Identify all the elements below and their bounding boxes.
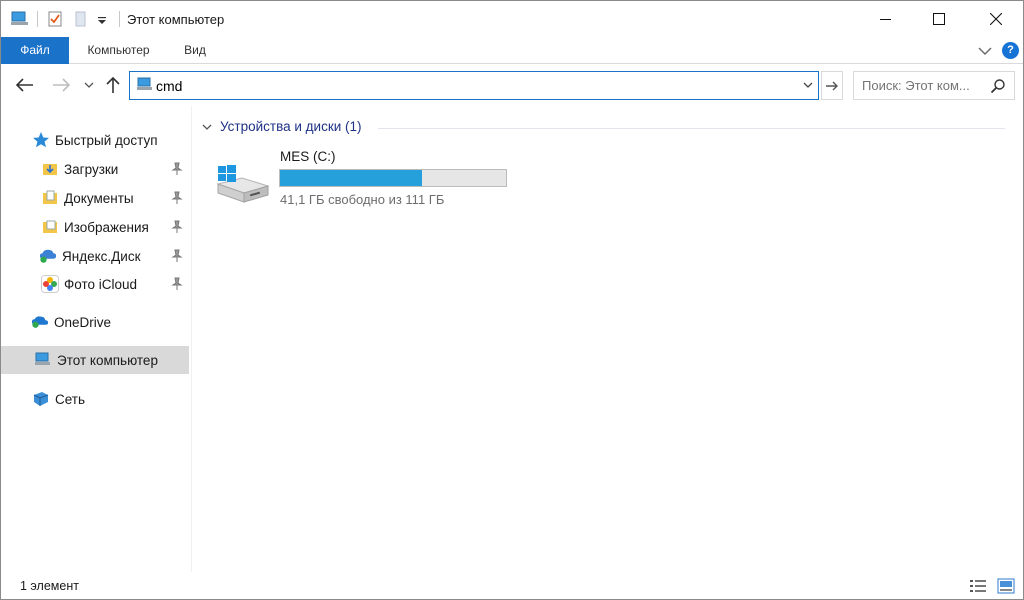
sidebar-item-label: Фото iCloud bbox=[64, 276, 138, 292]
title-separator bbox=[37, 11, 38, 27]
navigation-bar bbox=[1, 64, 1023, 106]
devices-group-header[interactable]: Устройства и диски (1) bbox=[202, 119, 362, 134]
help-button[interactable]: ? bbox=[1002, 42, 1019, 59]
details-view-icon[interactable] bbox=[968, 577, 988, 595]
pin-icon[interactable] bbox=[171, 220, 183, 234]
close-button[interactable] bbox=[973, 1, 1019, 37]
status-bar: 1 элемент bbox=[1, 572, 1023, 599]
sidebar-item-quick-access[interactable]: Быстрый доступ bbox=[1, 126, 189, 154]
ribbon-tabs: Файл Компьютер Вид ? bbox=[1, 37, 1023, 64]
icloud-photos-icon bbox=[41, 275, 59, 293]
computer-icon bbox=[136, 77, 154, 96]
sidebar-item-label: Яндекс.Диск bbox=[62, 248, 141, 264]
address-dropdown-chevron-icon[interactable] bbox=[800, 77, 816, 93]
tab-view[interactable]: Вид bbox=[171, 37, 219, 64]
drive-usage-fill bbox=[280, 170, 423, 186]
forward-button[interactable] bbox=[50, 74, 72, 96]
title-bar: Этот компьютер bbox=[1, 1, 1023, 37]
downloads-folder-icon bbox=[41, 160, 59, 178]
sidebar-item-icloud-photos[interactable]: Фото iCloud bbox=[1, 270, 189, 298]
sidebar-item-label: Загрузки bbox=[64, 161, 119, 177]
yandex-disk-icon bbox=[39, 247, 57, 265]
sidebar-item-onedrive[interactable]: OneDrive bbox=[1, 308, 189, 336]
title-separator bbox=[119, 11, 120, 27]
network-icon bbox=[32, 390, 50, 408]
pictures-folder-icon bbox=[41, 218, 59, 236]
sidebar-item-label: Этот компьютер bbox=[57, 352, 158, 368]
sidebar-item-documents[interactable]: Документы bbox=[1, 184, 189, 212]
up-button[interactable] bbox=[102, 74, 124, 96]
onedrive-icon bbox=[31, 313, 49, 331]
content-area: Устройства и диски (1) MES (C:) 41,1 ГБ … bbox=[192, 106, 1023, 572]
pin-icon[interactable] bbox=[171, 249, 183, 263]
pin-icon[interactable] bbox=[171, 277, 183, 291]
sidebar-item-label: Изображения bbox=[64, 219, 149, 235]
properties-icon[interactable] bbox=[46, 9, 64, 29]
group-divider bbox=[378, 128, 1005, 129]
tab-computer[interactable]: Компьютер bbox=[76, 37, 161, 64]
sidebar-item-pictures[interactable]: Изображения bbox=[1, 213, 189, 241]
sidebar-item-downloads[interactable]: Загрузки bbox=[1, 155, 189, 183]
minimize-button[interactable] bbox=[863, 1, 909, 37]
recent-locations-chevron-icon[interactable] bbox=[78, 74, 100, 96]
search-input[interactable] bbox=[862, 78, 990, 93]
app-computer-icon[interactable] bbox=[10, 9, 30, 29]
documents-folder-icon bbox=[41, 189, 59, 207]
star-icon bbox=[32, 131, 50, 149]
sidebar-item-this-pc[interactable]: Этот компьютер bbox=[1, 346, 189, 374]
sidebar-item-label: OneDrive bbox=[54, 314, 112, 330]
sidebar-item-label: Сеть bbox=[55, 391, 86, 407]
drive-free-space: 41,1 ГБ свободно из 111 ГБ bbox=[280, 192, 445, 207]
drive-name: MES (C:) bbox=[280, 149, 336, 164]
search-icon[interactable] bbox=[990, 78, 1006, 94]
item-count: 1 элемент bbox=[20, 579, 79, 593]
large-icons-view-icon[interactable] bbox=[996, 577, 1016, 595]
drive-usage-bar bbox=[279, 169, 507, 187]
go-button[interactable] bbox=[821, 71, 843, 100]
drive-item[interactable]: MES (C:) 41,1 ГБ свободно из 111 ГБ bbox=[214, 146, 514, 210]
expand-ribbon-chevron-icon[interactable] bbox=[976, 42, 994, 60]
new-folder-icon[interactable] bbox=[72, 9, 90, 29]
back-button[interactable] bbox=[14, 74, 36, 96]
explorer-window: Этот компьютер Файл Компьютер Вид ? cmd … bbox=[0, 0, 1024, 600]
address-bar[interactable] bbox=[129, 71, 819, 100]
sidebar-item-label: Документы bbox=[64, 190, 134, 206]
pin-icon[interactable] bbox=[171, 191, 183, 205]
navigation-pane: Быстрый доступ Загрузки Документы Изобра… bbox=[1, 106, 191, 572]
sidebar-item-yandex-disk[interactable]: Яндекс.Диск bbox=[1, 242, 189, 270]
chevron-down-icon bbox=[202, 123, 212, 131]
pin-icon[interactable] bbox=[171, 162, 183, 176]
window-title: Этот компьютер bbox=[127, 12, 225, 27]
customize-toolbar-icon[interactable] bbox=[95, 9, 109, 29]
hard-drive-icon bbox=[214, 160, 270, 206]
search-box[interactable] bbox=[853, 71, 1015, 100]
sidebar-item-label: Быстрый доступ bbox=[55, 132, 158, 148]
maximize-button[interactable] bbox=[916, 1, 962, 37]
address-input[interactable] bbox=[156, 77, 796, 95]
tab-file[interactable]: Файл bbox=[1, 37, 69, 64]
group-label: Устройства и диски (1) bbox=[220, 119, 362, 134]
computer-icon bbox=[34, 351, 52, 369]
sidebar-item-network[interactable]: Сеть bbox=[1, 385, 189, 413]
